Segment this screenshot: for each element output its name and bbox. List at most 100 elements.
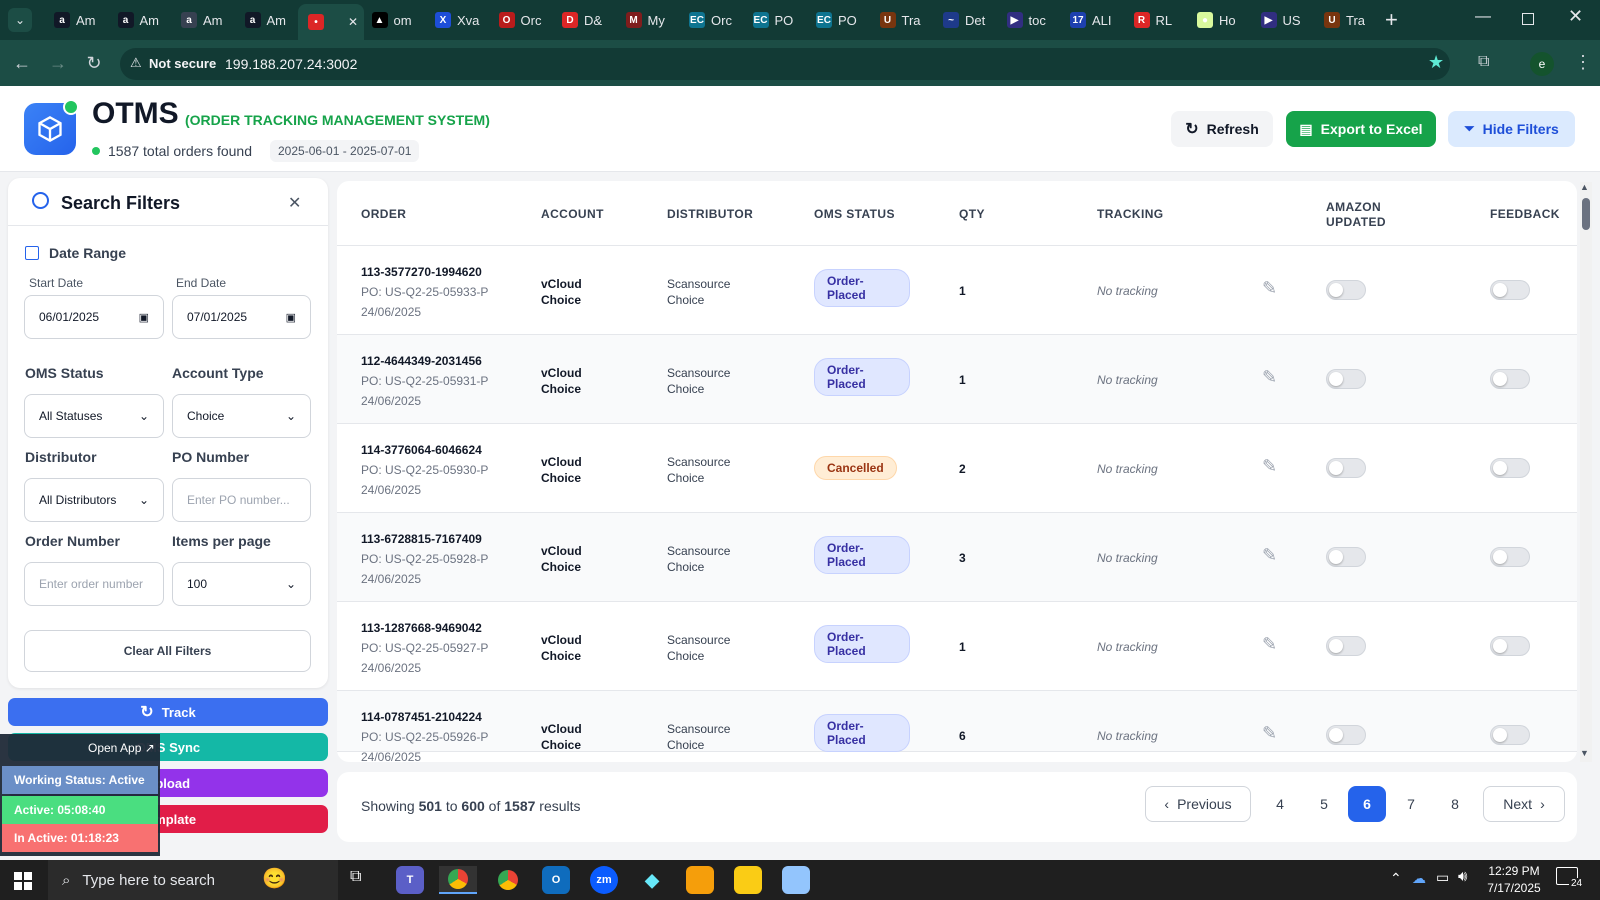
close-tab-icon[interactable]: ✕ [348,15,358,29]
col-qty[interactable]: QTY [959,207,985,221]
page-number-button[interactable]: 7 [1392,786,1430,822]
table-row[interactable] [337,602,1577,691]
edit-pencil-icon[interactable]: ✎ [1262,456,1277,477]
close-icon[interactable]: ✕ [288,193,301,213]
browser-tab[interactable]: ▲ om [362,6,424,34]
open-app-button[interactable]: Open App ↗ [88,741,155,755]
edit-pencil-icon[interactable]: ✎ [1262,634,1277,655]
hide-filters-button[interactable]: ⏷ Hide Filters [1448,111,1575,147]
browser-tab[interactable]: EC PO [743,6,805,34]
col-tracking[interactable]: TRACKING [1097,207,1164,221]
extensions-icon[interactable]: ⧉ [1478,53,1489,71]
table-row[interactable] [337,246,1577,335]
browser-tab[interactable]: EC Orc [679,6,741,34]
browser-tab[interactable]: ▶ US [1251,6,1313,34]
table-row[interactable] [337,424,1577,513]
table-scrollbar[interactable] [1580,182,1592,762]
feedback-toggle[interactable] [1490,280,1530,300]
browser-tab[interactable]: a Am [44,6,106,34]
security-label[interactable]: Not secure [149,56,216,71]
browser-menu-icon[interactable]: ⋮ [1574,52,1592,73]
refresh-button[interactable]: ↻ Refresh [1171,111,1273,147]
distributor-select[interactable]: All Distributors ⌄ [24,478,164,522]
browser-tab[interactable]: M My [616,6,678,34]
browser-tab[interactable]: ~ Det [933,6,995,34]
scroll-up-icon[interactable]: ▲ [1580,182,1589,192]
previous-page-button[interactable]: ‹ Previous [1145,786,1251,822]
browser-tab[interactable]: ● Ho [1187,6,1249,34]
browser-tab[interactable]: EC PO [806,6,868,34]
clock-time[interactable]: 12:29 PM [1484,864,1544,878]
browser-tab[interactable]: a Am [108,6,170,34]
table-row[interactable] [337,691,1577,752]
feedback-toggle[interactable] [1490,458,1530,478]
page-number-button[interactable]: 6 [1348,786,1386,822]
amazon-updated-toggle[interactable] [1326,458,1366,478]
page-number-button[interactable]: 5 [1305,786,1343,822]
browser-tab[interactable]: a Am [235,6,297,34]
warning-icon[interactable]: ⚠ [130,55,142,71]
browser-tab[interactable]: O Orc [489,6,551,34]
teams-icon[interactable]: T [396,866,424,894]
file-explorer-icon[interactable] [686,866,714,894]
network-icon[interactable]: ▭ [1436,869,1449,886]
app-diamond-icon[interactable]: ◆ [638,866,666,894]
edit-pencil-icon[interactable]: ✎ [1262,723,1277,744]
po-number-input[interactable]: Enter PO number... [172,478,311,522]
col-amazon-updated[interactable]: AMAZON UPDATED [1326,200,1386,230]
profile-avatar[interactable]: e [1530,52,1554,76]
notepad-icon[interactable] [782,866,810,894]
amazon-updated-toggle[interactable] [1326,636,1366,656]
next-page-button[interactable]: Next › [1483,786,1565,822]
zoom-icon[interactable]: zm [590,866,618,894]
account-type-select[interactable]: Choice ⌄ [172,394,311,438]
edit-pencil-icon[interactable]: ✎ [1262,367,1277,388]
amazon-updated-toggle[interactable] [1326,547,1366,567]
browser-tab[interactable]: U Tra [1314,6,1376,34]
onedrive-icon[interactable]: ☁ [1412,870,1426,887]
browser-tab[interactable]: • ✕ [298,4,364,40]
order-number-input[interactable]: Enter order number [24,562,164,606]
scroll-down-icon[interactable]: ▼ [1580,748,1589,758]
clock-date[interactable]: 7/17/2025 [1484,881,1544,895]
bookmark-star-icon[interactable]: ★ [1428,52,1444,73]
maximize-button[interactable] [1522,13,1534,25]
feedback-toggle[interactable] [1490,369,1530,389]
reload-icon[interactable]: ↻ [82,53,106,74]
oms-status-select[interactable]: All Statuses ⌄ [24,394,164,438]
col-feedback[interactable]: FEEDBACK [1490,207,1560,221]
amazon-updated-toggle[interactable] [1326,725,1366,745]
back-arrow-icon[interactable]: ← [10,53,34,74]
page-number-button[interactable]: 8 [1436,786,1474,822]
browser-tab[interactable]: a Am [171,6,233,34]
close-window-button[interactable]: ✕ [1568,6,1583,27]
browser-tab[interactable]: U Tra [870,6,932,34]
table-row[interactable] [337,335,1577,424]
feedback-toggle[interactable] [1490,547,1530,567]
forward-arrow-icon[interactable]: → [46,53,70,74]
volume-icon[interactable]: 🔊︎ [1458,868,1467,885]
track-button[interactable]: ↻ Track [8,698,328,726]
browser-tab[interactable]: R RL [1124,6,1186,34]
task-view-icon[interactable]: ⧉ [350,868,361,886]
start-date-input[interactable]: 06/01/2025 ▣ [24,295,164,339]
col-order[interactable]: ORDER [361,207,406,221]
end-date-input[interactable]: 07/01/2025 ▣ [172,295,311,339]
browser-tab[interactable]: ▶ toc [997,6,1059,34]
col-account[interactable]: ACCOUNT [541,207,604,221]
amazon-updated-toggle[interactable] [1326,369,1366,389]
chrome-profile-icon[interactable] [494,866,522,894]
tray-chevron-icon[interactable]: ⌃ [1390,870,1402,887]
col-distributor[interactable]: DISTRIBUTOR [667,207,753,221]
export-excel-button[interactable]: ▤ Export to Excel [1286,111,1436,147]
windows-start-icon[interactable] [14,872,32,890]
items-per-page-select[interactable]: 100 ⌄ [172,562,311,606]
feedback-toggle[interactable] [1490,636,1530,656]
url-text[interactable]: 199.188.207.24:3002 [225,56,357,72]
amazon-updated-toggle[interactable] [1326,280,1366,300]
new-tab-button[interactable]: + [1385,7,1398,33]
scrollbar-thumb[interactable] [1582,198,1590,230]
browser-tab[interactable]: X Xva [425,6,487,34]
browser-tab[interactable]: 17 ALI [1060,6,1122,34]
tab-search-button[interactable]: ⌄ [8,8,32,32]
